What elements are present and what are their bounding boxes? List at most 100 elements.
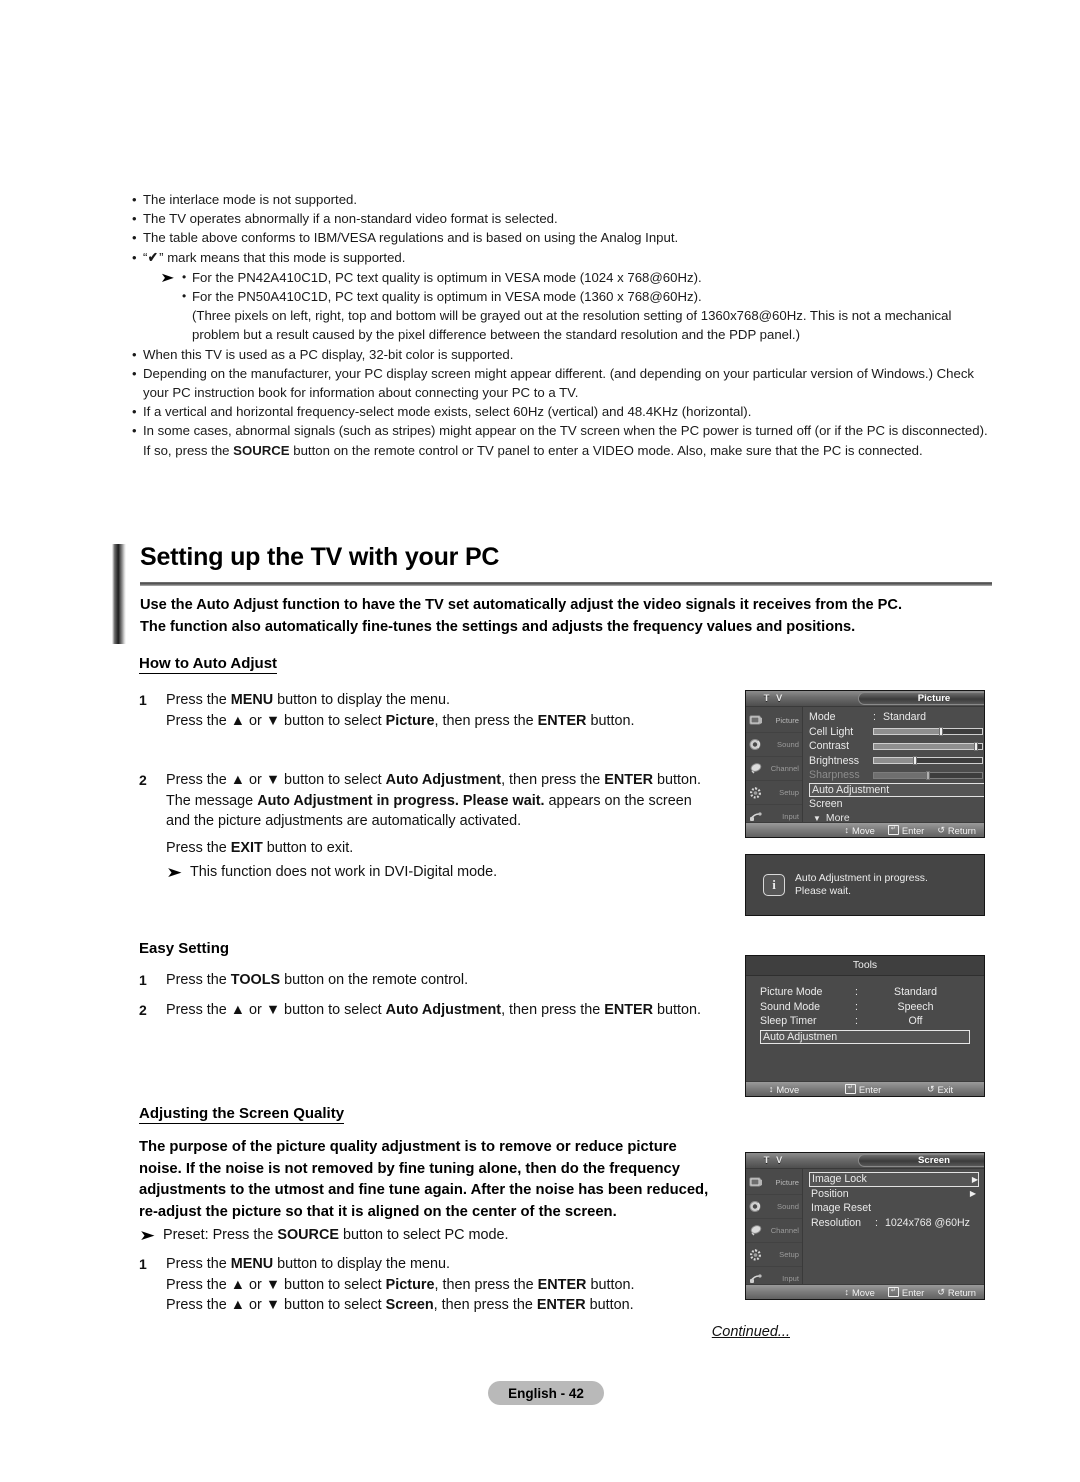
step-body: Press the ▲ or ▼ button to select Auto A…	[166, 1000, 719, 1021]
step-body: Press the ▲ or ▼ button to select Auto A…	[166, 770, 719, 832]
osd-foot-enter[interactable]: ↵ Enter	[844, 1083, 882, 1095]
updown-arrow-icon: ↕	[844, 1287, 849, 1297]
osd-tools-row-picture-mode[interactable]: Picture Mode : Standard	[760, 985, 970, 1000]
preset-note-text: Preset: Press the SOURCE button to selec…	[163, 1225, 509, 1246]
bullet-dot-icon: •	[132, 346, 137, 362]
osd-foot-move[interactable]: ↕ Move	[769, 1084, 799, 1095]
osd-row-value: 1024x768 @60Hz	[885, 1216, 970, 1229]
t: , then press the	[501, 1002, 605, 1018]
t: button.	[653, 1002, 702, 1018]
note-bullet-row-source: • In some cases, abnormal signals (such …	[132, 421, 992, 459]
osd-sidebar-item-picture[interactable]: Picture	[746, 1171, 802, 1195]
source-keyword: SOURCE	[233, 442, 290, 458]
enter-key-icon: ↵	[887, 1287, 899, 1297]
top-notes-block: • The interlace mode is not supported. •…	[132, 190, 992, 460]
osd-sidebar-item-picture[interactable]: Picture	[746, 709, 802, 733]
slider-knob[interactable]	[938, 727, 943, 737]
osd-main-panel: Image Lock ▶ Position ▶ Image Reset Reso…	[803, 1169, 984, 1299]
osd-sidebar[interactable]: Picture Sound Channel Setup Input	[746, 1169, 803, 1299]
section-intro-line2: The function also automatically fine-tun…	[140, 618, 856, 635]
enter-keyword: ENTER	[537, 712, 587, 729]
osd-sidebar-label: Picture	[775, 716, 799, 725]
osd-row-label: Sharpness	[809, 769, 860, 782]
osd-foot-return[interactable]: ↺ Return	[937, 825, 976, 836]
osd-row-image-lock-selected[interactable]: Image Lock ▶	[809, 1172, 979, 1187]
osd-row-label: Image Lock	[812, 1173, 867, 1186]
osd-row-contrast[interactable]: Contrast 95	[809, 739, 984, 754]
arrow-note-row: ➤ • For the PN42A410C1D, PC text quality…	[160, 268, 992, 345]
osd-foot-enter[interactable]: ↵ Enter	[887, 825, 924, 836]
source-keyword: SOURCE	[277, 1227, 339, 1243]
tools-keyword: TOOLS	[230, 972, 281, 988]
osd-foot-label: Enter	[858, 1083, 882, 1095]
setup-icon	[749, 786, 763, 799]
osd-row-cell-light[interactable]: Cell Light 7	[809, 725, 984, 740]
info-icon: i	[763, 874, 785, 896]
osd-picture-menu[interactable]: T V Picture Picture Sound Channel Setup …	[745, 690, 985, 838]
osd-sidebar[interactable]: Picture Sound Channel Setup Input	[746, 707, 803, 837]
chevron-right-icon[interactable]: ▶	[972, 1175, 978, 1184]
howto-auto-adjust-heading: How to Auto Adjust	[139, 655, 278, 674]
osd-row-position[interactable]: Position ▶	[809, 1187, 979, 1202]
osd-row-label: Auto Adjustment	[812, 783, 890, 796]
osd-sidebar-label: Channel	[770, 764, 799, 773]
picture-icon	[749, 1176, 763, 1189]
osd-screen-menu[interactable]: T V Screen Picture Sound Channel Setup I…	[745, 1152, 985, 1300]
osd-foot-move[interactable]: ↕ Move	[844, 825, 874, 836]
section-vertical-bar	[112, 544, 126, 644]
osd-foot-label: Exit	[937, 1083, 954, 1095]
step-body: Press the TOOLS button on the remote con…	[166, 970, 719, 991]
osd-sidebar-item-setup[interactable]: Setup	[746, 1243, 802, 1267]
osd-row-brightness[interactable]: Brightness 45	[809, 754, 984, 769]
osd-tab-screen[interactable]: Screen	[858, 1154, 984, 1167]
slider-knob[interactable]	[973, 741, 978, 751]
osd-sidebar-item-channel[interactable]: Channel	[746, 757, 802, 781]
osd-footer-bar: ↕ Move ↵ Enter ↺ Return	[746, 1284, 984, 1299]
slider-contrast[interactable]	[873, 741, 983, 751]
osd-auto-adjust-message: i Auto Adjustment in progress. Please wa…	[745, 854, 985, 916]
osd-row-resolution: Resolution : 1024x768 @60Hz	[809, 1216, 979, 1231]
continued-label: Continued...	[711, 1324, 790, 1340]
enter-keyword: ENTER	[536, 1297, 586, 1313]
chevron-right-icon[interactable]: ▶	[970, 1189, 976, 1198]
osd-tools-row-sleep-timer[interactable]: Sleep Timer : Off	[760, 1014, 970, 1029]
setup-icon	[749, 1248, 763, 1261]
osd-row-auto-adjustment-selected[interactable]: Auto Adjustment	[809, 782, 984, 797]
osd-foot-label: Move	[851, 824, 875, 836]
osd-row-image-reset[interactable]: Image Reset	[809, 1201, 979, 1216]
osd-sidebar-item-channel[interactable]: Channel	[746, 1219, 802, 1243]
osd-row-value: Speech	[897, 1000, 934, 1013]
slider-knob[interactable]	[913, 756, 918, 766]
osd-tools-row-auto-adjustment-selected[interactable]: Auto Adjustmen	[760, 1029, 970, 1044]
osd-foot-label: Enter	[901, 1286, 925, 1298]
osd-sidebar-label: Picture	[775, 1178, 799, 1187]
slider-cell-light[interactable]	[873, 727, 983, 737]
sub-notes-block: ➤ • For the PN42A410C1D, PC text quality…	[160, 268, 992, 345]
osd-sidebar-label: Input	[782, 1274, 799, 1283]
osd-foot-move[interactable]: ↕ Move	[844, 1287, 874, 1298]
osd-foot-return[interactable]: ↺ Return	[937, 1287, 976, 1298]
osd-body: Picture Sound Channel Setup	[746, 1169, 984, 1299]
osd-tools-row-sound-mode[interactable]: Sound Mode : Speech	[760, 1000, 970, 1015]
osd-tools-rows: Picture Mode : Standard Sound Mode : Spe…	[746, 976, 984, 1044]
osd-foot-enter[interactable]: ↵ Enter	[887, 1286, 925, 1298]
slider-brightness[interactable]	[873, 756, 983, 766]
osd-row-label: Resolution	[811, 1216, 862, 1229]
osd-foot-exit[interactable]: ↺ Exit	[927, 1084, 953, 1095]
osd-foot-label: Return	[947, 824, 976, 836]
osd-tools-panel[interactable]: Tools Picture Mode : Standard Sound Mode…	[745, 955, 985, 1097]
auto-adjustment-keyword: Auto Adjustment	[385, 772, 502, 788]
enter-keyword: ENTER	[604, 772, 654, 788]
osd-sidebar-label: Sound	[777, 740, 799, 749]
osd-sidebar-item-sound[interactable]: Sound	[746, 733, 802, 757]
osd-sidebar-item-setup[interactable]: Setup	[746, 781, 802, 805]
osd-tab-picture[interactable]: Picture	[858, 692, 984, 705]
osd-row-label: Cell Light	[809, 725, 854, 738]
screen-quality-step-1: 1 Press the MENU button to display the m…	[139, 1254, 739, 1316]
bullet-dot-icon: •	[132, 423, 137, 439]
osd-row-screen[interactable]: Screen ▶	[809, 797, 984, 812]
howto-step-2: 2 Press the ▲ or ▼ button to select Auto…	[139, 770, 719, 832]
osd-row-label: Screen	[809, 798, 843, 811]
osd-sidebar-item-sound[interactable]: Sound	[746, 1195, 802, 1219]
osd-row-mode[interactable]: Mode : Standard ▶	[809, 710, 984, 725]
